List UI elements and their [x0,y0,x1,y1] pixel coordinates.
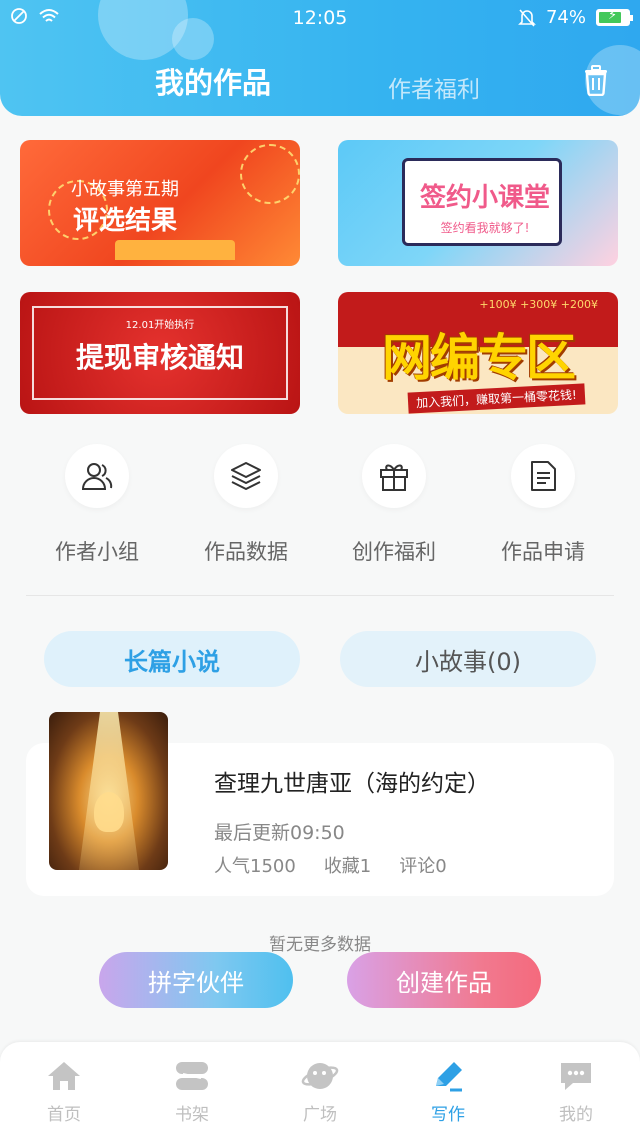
create-work-button[interactable]: 创建作品 [347,952,541,1008]
planet-icon [301,1063,339,1089]
banner-story-results[interactable]: 小故事第五期 评选结果 [20,140,300,266]
banner-title: 提现审核通知 [75,341,244,374]
chat-bubble-icon [561,1063,591,1090]
nav-square[interactable]: 广场 [256,1058,384,1125]
firework-decor [240,144,300,204]
mute-bell-icon [518,8,536,27]
nav-label: 我的 [559,1105,593,1125]
tab-my-works[interactable]: 我的作品 [155,60,271,102]
menu-label: 作品数据 [204,540,288,564]
menu-creation-benefits[interactable]: 创作福利 [324,444,464,566]
work-popularity: 人气1500 [214,856,296,877]
bottom-nav: 首页 书架 广场 写作 我的 [0,1042,640,1138]
trash-icon[interactable] [582,64,610,96]
nav-label: 书架 [175,1105,209,1125]
banner-subtitle: 评选结果 [72,206,177,236]
nav-mine[interactable]: 我的 [512,1058,640,1125]
banner-withdraw-notice[interactable]: 12.01开始执行 提现审核通知 [20,292,300,414]
segment-short-stories[interactable]: 小故事(0) [340,631,596,687]
tab-author-benefits[interactable]: 作者福利 [388,70,480,104]
menu-work-data[interactable]: 作品数据 [176,444,316,566]
partner-button[interactable]: 拼字伙伴 [99,952,293,1008]
menu-work-application[interactable]: 作品申请 [473,444,613,566]
segment-novels[interactable]: 长篇小说 [44,631,300,687]
banner-title: 网编专区 [382,329,576,387]
banner-title: 签约小课堂 [419,183,550,213]
menu-label: 作品申请 [501,540,585,564]
banner-title: 小故事第五期 [71,179,179,200]
bookshelf-icon [176,1062,208,1090]
battery-percent: 74% [545,7,586,28]
gift-icon [380,464,408,491]
pen-icon [436,1062,462,1092]
users-icon [81,463,113,490]
nav-home[interactable]: 首页 [0,1058,128,1125]
banner-rewards: +100¥ +300¥ +200¥ [479,298,598,311]
stage-decor [115,240,235,260]
layers-icon [231,462,261,490]
work-stats: 人气1500 收藏1 评论0 [214,852,447,878]
nav-writing[interactable]: 写作 [384,1058,512,1125]
banner-contract-class[interactable]: 签约小课堂 签约看我就够了! [338,140,618,266]
header: 12:05 74% ⚡ 我的作品 作者福利 [0,0,640,116]
nav-label: 广场 [303,1105,337,1125]
status-bar: 12:05 74% ⚡ [0,0,640,36]
banner-subtitle: 签约看我就够了! [440,221,530,235]
work-favorites: 收藏1 [323,856,372,877]
menu-label: 作者小组 [55,540,139,564]
divider [26,595,614,596]
menu-label: 创作福利 [352,540,436,564]
nav-label: 首页 [47,1105,81,1125]
menu-author-group[interactable]: 作者小组 [27,444,167,566]
no-more-data: 暂无更多数据 [269,935,371,955]
work-title[interactable]: 查理九世唐亚（海的约定） [214,764,490,798]
banner-editor-zone[interactable]: +100¥ +300¥ +200¥ 网编专区 加入我们，赚取第一桶零花钱! [338,292,618,414]
document-icon [531,461,556,491]
banner-date: 12.01开始执行 [125,320,195,331]
work-comments: 评论0 [399,856,447,877]
work-update-time: 最后更新09:50 [214,822,345,844]
home-icon [48,1062,80,1090]
work-cover-image[interactable] [49,712,168,870]
nav-label: 写作 [431,1105,465,1125]
nav-bookshelf[interactable]: 书架 [128,1058,256,1125]
board-decor: 签约小课堂 签约看我就够了! [402,158,562,246]
battery-icon: ⚡ [596,8,633,26]
